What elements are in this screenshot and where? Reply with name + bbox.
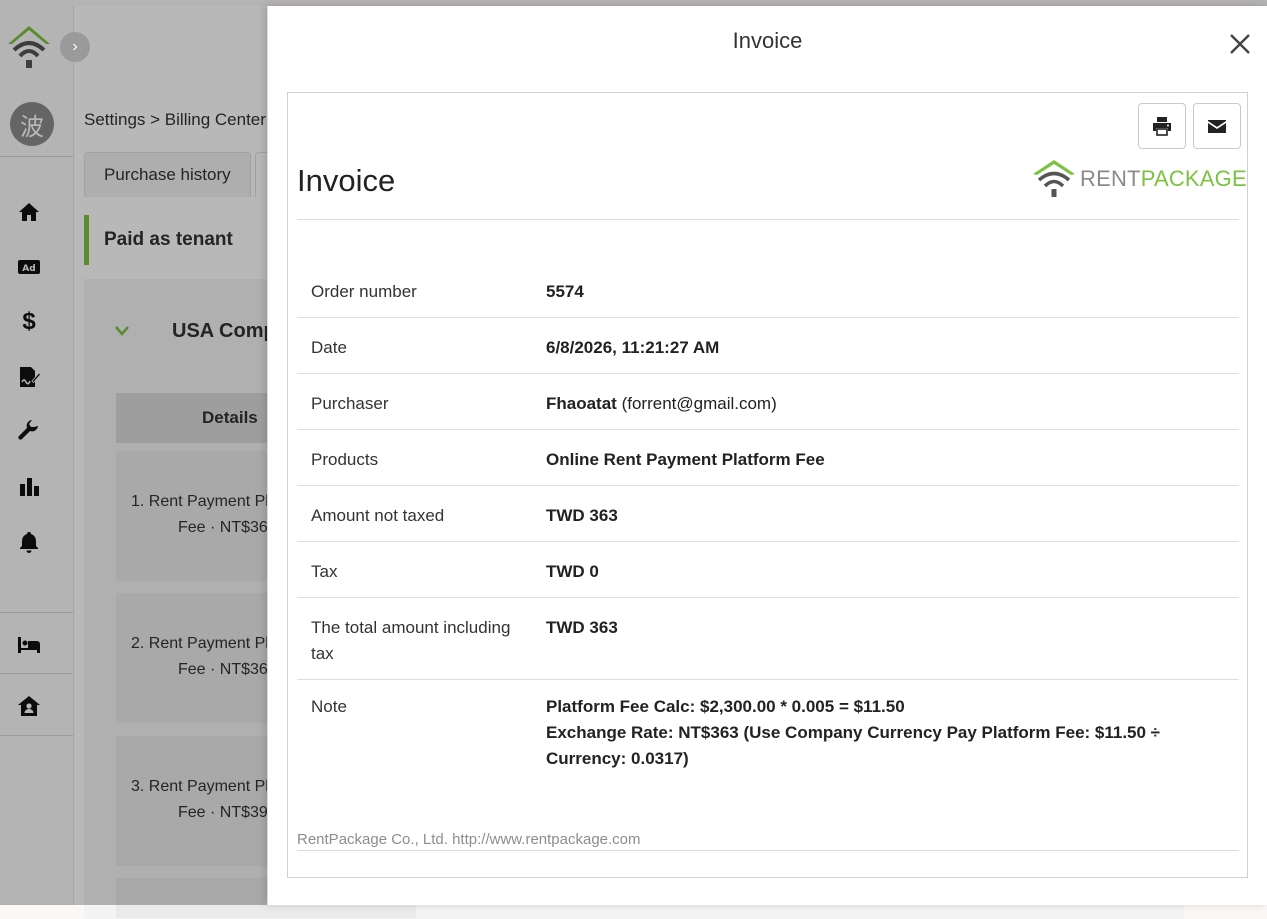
modal-title: Invoice xyxy=(732,28,803,53)
table-row: Order number 5574 xyxy=(297,264,1239,318)
invoice-heading: Invoice xyxy=(297,163,396,198)
close-button[interactable] xyxy=(1226,30,1254,58)
close-icon xyxy=(1230,34,1250,54)
table-row: The total amount including tax TWD 363 xyxy=(297,597,1239,680)
rentpackage-logo-icon xyxy=(1033,160,1075,197)
purchaser-email: (forrent@gmail.com) xyxy=(621,394,777,413)
note-label: Note xyxy=(311,697,347,716)
products-label: Products xyxy=(297,429,532,486)
total-label: The total amount including tax xyxy=(297,597,532,680)
note-line-2: Exchange Rate: NT$363 (Use Company Curre… xyxy=(546,723,1161,768)
email-button[interactable] xyxy=(1193,103,1241,149)
table-row: Note Platform Fee Calc: $2,300.00 * 0.00… xyxy=(297,680,1239,785)
order-number-value: 5574 xyxy=(532,264,1239,318)
table-row: Products Online Rent Payment Platform Fe… xyxy=(297,429,1239,486)
table-row: Date 6/8/2026, 11:21:27 AM xyxy=(297,317,1239,374)
purchaser-name: Fhaoatat xyxy=(546,394,617,413)
amount-not-taxed-label: Amount not taxed xyxy=(297,485,532,542)
envelope-icon xyxy=(1208,120,1226,133)
invoice-document: Invoice RENTPACKAGE Order number 5574 Da… xyxy=(287,92,1248,878)
products-value: Online Rent Payment Platform Fee xyxy=(532,429,1239,486)
print-icon xyxy=(1153,117,1171,136)
note-line-1: Platform Fee Calc: $2,300.00 * 0.005 = $… xyxy=(546,697,905,716)
invoice-modal: Invoice Invoice RENTPACKAGE Order number… xyxy=(267,6,1267,905)
invoice-footer: RentPackage Co., Ltd. http://www.rentpac… xyxy=(297,831,641,848)
brand-logo: RENTPACKAGE xyxy=(1032,159,1247,199)
total-value: TWD 363 xyxy=(532,597,1239,680)
divider xyxy=(297,219,1239,220)
purchaser-value: Fhaoatat (forrent@gmail.com) xyxy=(532,373,1239,430)
note-value: Platform Fee Calc: $2,300.00 * 0.005 = $… xyxy=(532,680,1239,785)
print-button[interactable] xyxy=(1138,103,1186,149)
amount-not-taxed-value: TWD 363 xyxy=(532,485,1239,542)
tax-label: Tax xyxy=(297,541,532,598)
table-row: Amount not taxed TWD 363 xyxy=(297,485,1239,542)
brand-name: RENTPACKAGE xyxy=(1080,166,1247,191)
tax-value: TWD 0 xyxy=(532,541,1239,598)
table-row: Tax TWD 0 xyxy=(297,541,1239,598)
table-row: Purchaser Fhaoatat (forrent@gmail.com) xyxy=(297,373,1239,430)
divider xyxy=(297,850,1239,851)
expand-sidebar-button[interactable]: › xyxy=(60,32,90,62)
order-number-label: Order number xyxy=(297,264,532,318)
invoice-details-table: Order number 5574 Date 6/8/2026, 11:21:2… xyxy=(297,264,1239,784)
date-value: 6/8/2026, 11:21:27 AM xyxy=(532,317,1239,374)
date-label: Date xyxy=(297,317,532,374)
purchaser-label: Purchaser xyxy=(297,373,532,430)
